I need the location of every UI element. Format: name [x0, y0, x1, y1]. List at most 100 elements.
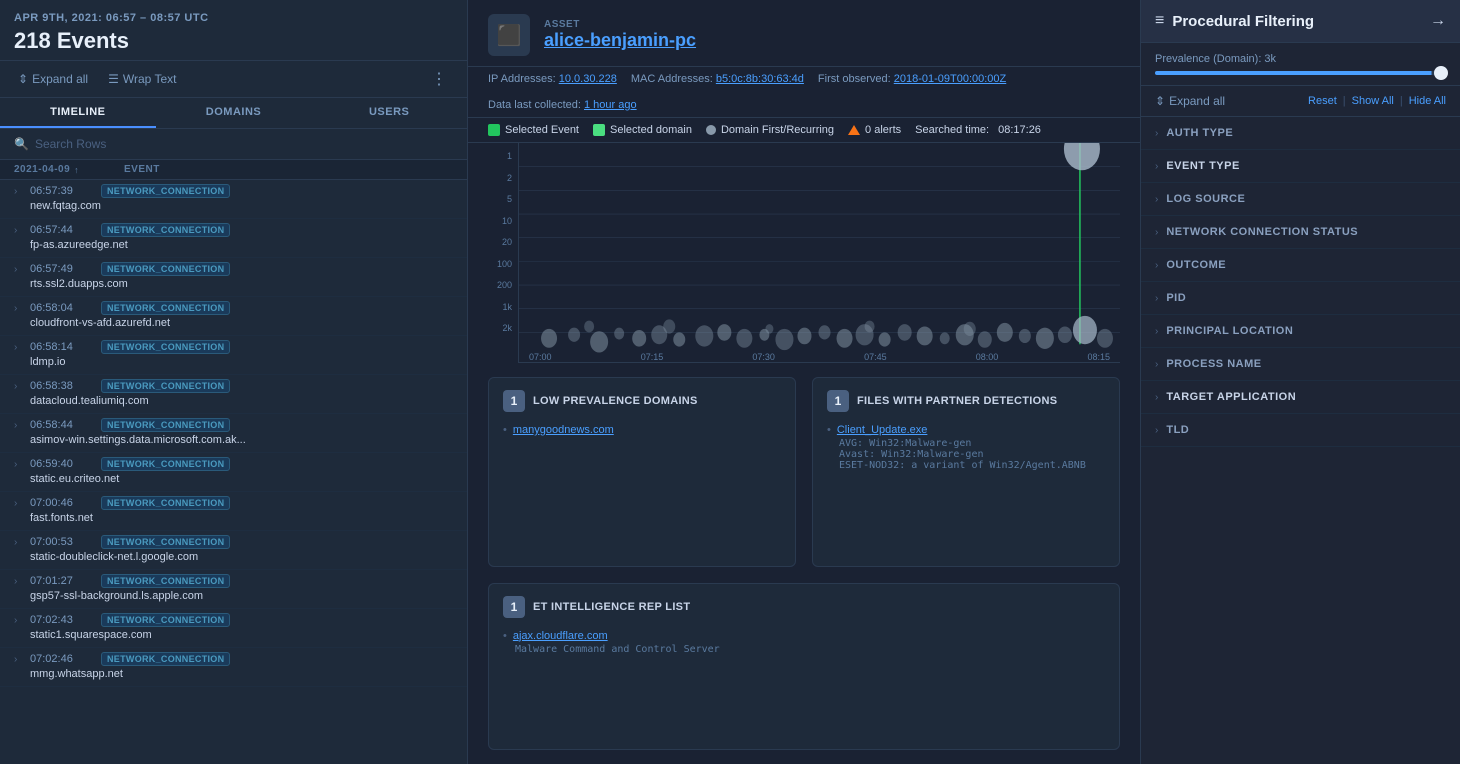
- card-item-sub: ESET-NOD32: a variant of Win32/Agent.ABN…: [839, 460, 1105, 471]
- tab-domains[interactable]: DOMAINS: [156, 98, 312, 128]
- mac-link[interactable]: b5:0c:8b:30:63:4d: [716, 73, 804, 85]
- wrap-text-label: Wrap Text: [123, 72, 177, 86]
- expand-arrow: ›: [14, 654, 24, 665]
- expand-all-filter-button[interactable]: ⇕ Expand all: [1155, 94, 1225, 108]
- event-row[interactable]: › 06:57:49 NETWORK_CONNECTION rts.ssl2.d…: [0, 258, 467, 297]
- asset-label: ASSET: [544, 19, 696, 30]
- card-item-link[interactable]: manygoodnews.com: [513, 424, 614, 436]
- left-header: APR 9TH, 2021: 06:57 – 08:57 UTC 218 Eve…: [0, 0, 467, 61]
- card-header: 1 LOW PREVALENCE DOMAINS: [503, 390, 781, 412]
- event-badge: NETWORK_CONNECTION: [101, 418, 230, 432]
- searched-time: Searched time: 08:17:26: [915, 124, 1041, 136]
- arrow-button[interactable]: →: [1430, 12, 1446, 30]
- filter-item[interactable]: › PRINCIPAL LOCATION: [1141, 315, 1460, 348]
- card-item-link[interactable]: Client_Update.exe: [837, 424, 928, 436]
- reset-link[interactable]: Reset: [1308, 95, 1337, 107]
- event-row[interactable]: › 07:02:43 NETWORK_CONNECTION static1.sq…: [0, 609, 467, 648]
- filter-item[interactable]: › EVENT TYPE: [1141, 150, 1460, 183]
- expand-arrow: ›: [14, 498, 24, 509]
- event-row[interactable]: › 06:58:44 NETWORK_CONNECTION asimov-win…: [0, 414, 467, 453]
- filter-label: PROCESS NAME: [1166, 358, 1261, 370]
- data-collected-link[interactable]: 1 hour ago: [584, 99, 637, 111]
- asset-name[interactable]: alice-benjamin-pc: [544, 30, 696, 51]
- show-all-link[interactable]: Show All: [1352, 95, 1394, 107]
- card-num: 1: [503, 596, 525, 618]
- prevalence-slider[interactable]: [1155, 71, 1446, 75]
- asset-icon: ⬛: [488, 14, 530, 56]
- card-title: FILES WITH PARTNER DETECTIONS: [857, 395, 1057, 407]
- domain-first-circle: [706, 125, 716, 135]
- prevalence-label: Prevalence (Domain): 3k: [1155, 53, 1446, 65]
- filter-chevron-icon: ›: [1155, 425, 1158, 436]
- event-domain: static-doubleclick-net.l.google.com: [30, 551, 453, 563]
- asset-header: ⬛ ASSET alice-benjamin-pc: [468, 0, 1140, 67]
- event-domain: asimov-win.settings.data.microsoft.com.a…: [30, 434, 453, 446]
- event-domain: cloudfront-vs-afd.azurefd.net: [30, 317, 453, 329]
- events-list: › 06:57:39 NETWORK_CONNECTION new.fqtag.…: [0, 180, 467, 764]
- filter-item[interactable]: › OUTCOME: [1141, 249, 1460, 282]
- info-card: 1 LOW PREVALENCE DOMAINS manygoodnews.co…: [488, 377, 796, 567]
- left-panel: APR 9TH, 2021: 06:57 – 08:57 UTC 218 Eve…: [0, 0, 468, 764]
- tab-users[interactable]: USERS: [311, 98, 467, 128]
- expand-arrow: ›: [14, 537, 24, 548]
- filter-chevron-icon: ›: [1155, 359, 1158, 370]
- event-time: 07:00:46: [30, 497, 95, 509]
- event-row[interactable]: › 06:58:04 NETWORK_CONNECTION cloudfront…: [0, 297, 467, 336]
- filter-label: EVENT TYPE: [1166, 160, 1239, 172]
- event-domain: static1.squarespace.com: [30, 629, 453, 641]
- event-badge: NETWORK_CONNECTION: [101, 574, 230, 588]
- card-header: 1 ET INTELLIGENCE REP LIST: [503, 596, 1105, 618]
- card-item-link[interactable]: ajax.cloudflare.com: [513, 630, 608, 642]
- reset-actions: Reset | Show All | Hide All: [1308, 95, 1446, 107]
- event-domain: datacloud.tealiumiq.com: [30, 395, 453, 407]
- more-options-button[interactable]: ⋮: [425, 67, 453, 91]
- event-row[interactable]: › 07:02:46 NETWORK_CONNECTION mmg.whatsa…: [0, 648, 467, 687]
- alerts-triangle: [848, 125, 860, 135]
- filter-item[interactable]: › TLD: [1141, 414, 1460, 447]
- filter-chevron-icon: ›: [1155, 194, 1158, 205]
- search-icon: 🔍: [14, 137, 29, 151]
- middle-panel: ⬛ ASSET alice-benjamin-pc IP Addresses: …: [468, 0, 1140, 764]
- legend-alerts: 0 alerts: [848, 124, 901, 136]
- filter-item[interactable]: › LOG SOURCE: [1141, 183, 1460, 216]
- filter-item[interactable]: › PID: [1141, 282, 1460, 315]
- hide-all-link[interactable]: Hide All: [1409, 95, 1446, 107]
- event-row[interactable]: › 06:58:14 NETWORK_CONNECTION ldmp.io: [0, 336, 467, 375]
- prevalence-thumb[interactable]: [1434, 66, 1448, 80]
- event-row[interactable]: › 06:59:40 NETWORK_CONNECTION static.eu.…: [0, 453, 467, 492]
- event-row[interactable]: › 06:57:39 NETWORK_CONNECTION new.fqtag.…: [0, 180, 467, 219]
- ip-link[interactable]: 10.0.30.228: [559, 73, 617, 85]
- tab-timeline[interactable]: TIMELINE: [0, 98, 156, 128]
- event-row[interactable]: › 07:00:53 NETWORK_CONNECTION static-dou…: [0, 531, 467, 570]
- expand-arrow: ›: [14, 264, 24, 275]
- filter-item[interactable]: › AUTH TYPE: [1141, 117, 1460, 150]
- event-badge: NETWORK_CONNECTION: [101, 301, 230, 315]
- right-header: ≡ Procedural Filtering →: [1141, 0, 1460, 43]
- expand-arrow: ›: [14, 186, 24, 197]
- filter-item[interactable]: › TARGET APPLICATION: [1141, 381, 1460, 414]
- selected-event-dot: [488, 124, 500, 136]
- event-row[interactable]: › 07:01:27 NETWORK_CONNECTION gsp57-ssl-…: [0, 570, 467, 609]
- event-badge: NETWORK_CONNECTION: [101, 223, 230, 237]
- expand-all-button[interactable]: ⇕ Expand all: [14, 70, 92, 88]
- event-row[interactable]: › 06:57:44 NETWORK_CONNECTION fp-as.azur…: [0, 219, 467, 258]
- card-item: manygoodnews.com: [503, 422, 781, 438]
- right-title: Procedural Filtering: [1172, 13, 1422, 30]
- first-observed-link[interactable]: 2018-01-09T00:00:00Z: [894, 73, 1007, 85]
- event-count: 218 Events: [14, 28, 453, 54]
- chart-yaxis: 1 2 5 10 20 100 200 1k 2k: [468, 143, 518, 363]
- card-item-sub: AVG: Win32:Malware-gen: [839, 438, 1105, 449]
- search-input[interactable]: [35, 137, 453, 151]
- legend-domain-first: Domain First/Recurring: [706, 124, 834, 136]
- event-row[interactable]: › 07:00:46 NETWORK_CONNECTION fast.fonts…: [0, 492, 467, 531]
- filter-item[interactable]: › NETWORK CONNECTION STATUS: [1141, 216, 1460, 249]
- wrap-text-button[interactable]: ☰ Wrap Text: [104, 70, 180, 88]
- filter-item[interactable]: › PROCESS NAME: [1141, 348, 1460, 381]
- bottom-cards: 1 LOW PREVALENCE DOMAINS manygoodnews.co…: [468, 363, 1140, 764]
- search-bar: 🔍: [0, 129, 467, 160]
- event-badge: NETWORK_CONNECTION: [101, 184, 230, 198]
- event-row[interactable]: › 06:58:38 NETWORK_CONNECTION datacloud.…: [0, 375, 467, 414]
- expand-arrow: ›: [14, 576, 24, 587]
- event-domain: rts.ssl2.duapps.com: [30, 278, 453, 290]
- event-domain: new.fqtag.com: [30, 200, 453, 212]
